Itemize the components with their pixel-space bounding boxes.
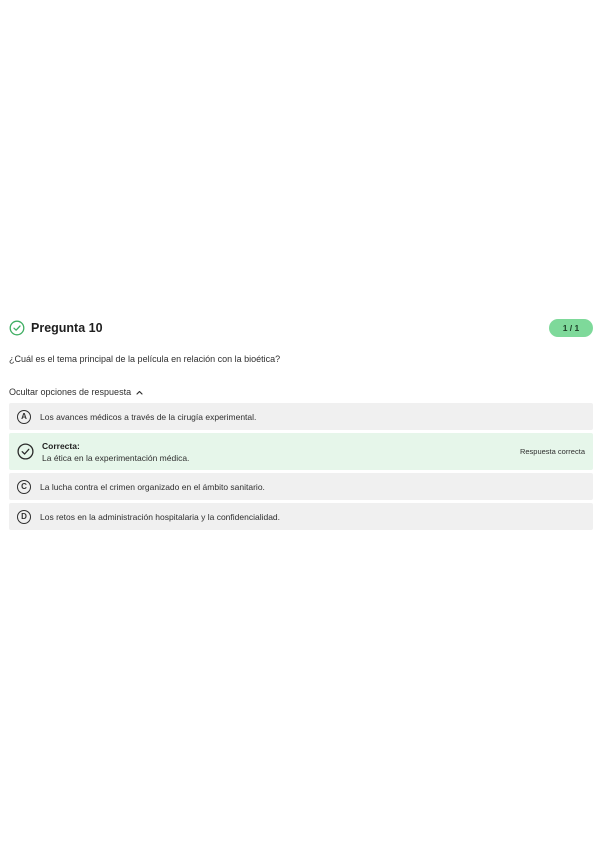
question-card: Pregunta 10 1 / 1 ¿Cuál es el tema princ… [9, 318, 593, 533]
option-c[interactable]: C La lucha contra el crimen organizado e… [9, 473, 593, 500]
question-text: ¿Cuál es el tema principal de la películ… [9, 354, 281, 364]
option-text: La lucha contra el crimen organizado en … [40, 481, 265, 492]
option-text: Los retos en la administración hospitala… [40, 511, 281, 522]
score-badge: 1 / 1 [549, 319, 593, 337]
toggle-label: Ocultar opciones de respuesta [9, 387, 132, 397]
correct-check-icon [17, 443, 34, 460]
answer-options: A Los avances médicos a través de la cir… [9, 403, 593, 530]
correct-answer-block: Correcta: La ética en la experimentación… [42, 441, 189, 463]
option-a[interactable]: A Los avances médicos a través de la cir… [9, 403, 593, 430]
option-letter-a: A [17, 409, 31, 424]
option-b-correct[interactable]: Correcta: La ética en la experimentación… [9, 433, 593, 470]
option-letter-c: C [17, 479, 31, 494]
chevron-up-icon [136, 390, 143, 395]
question-title: Pregunta 10 [31, 321, 103, 335]
correct-answer-tag: Respuesta correcta [519, 447, 585, 456]
correct-label: Correcta: [42, 440, 80, 451]
option-letter-d: D [17, 509, 31, 524]
check-circle-icon [9, 320, 25, 336]
option-text: Los avances médicos a través de la cirug… [40, 411, 257, 422]
option-text: La ética en la experimentación médica. [42, 452, 190, 463]
option-d[interactable]: D Los retos en la administración hospita… [9, 503, 593, 530]
toggle-answer-options-button[interactable]: Ocultar opciones de respuesta [9, 387, 593, 397]
question-header: Pregunta 10 1 / 1 [9, 318, 593, 338]
